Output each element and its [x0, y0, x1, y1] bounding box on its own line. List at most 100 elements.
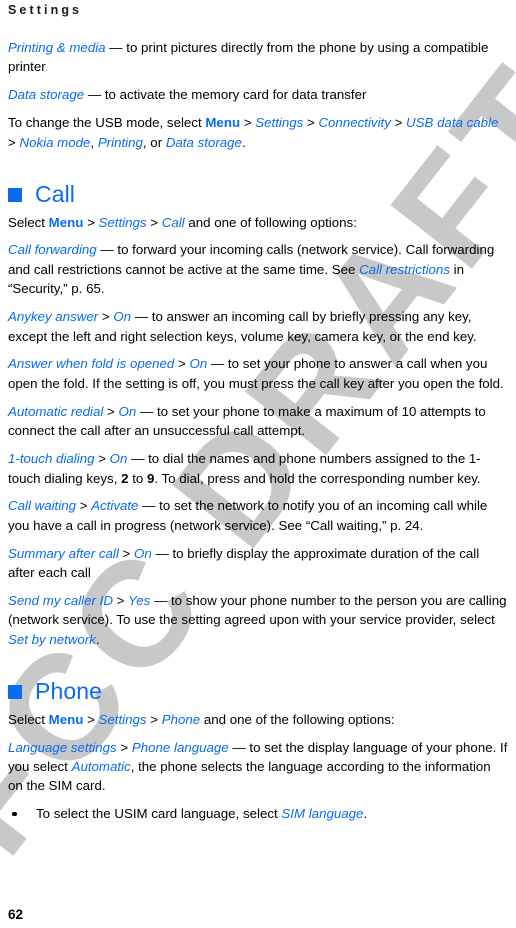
option-summary-after-call: Summary after call > On — to briefly dis…	[8, 544, 508, 583]
section-heading-call: Call	[8, 180, 508, 207]
cross-reference: Set by network	[8, 631, 96, 647]
option-term: Anykey answer	[8, 309, 99, 325]
paragraph-data-storage: Data storage — to activate the memory ca…	[8, 85, 508, 104]
bullet-list: To select the USIM card language, select…	[8, 804, 508, 823]
option-term: Automatic redial	[8, 403, 104, 419]
path-separator: >	[103, 403, 119, 419]
square-bullet-icon	[8, 685, 22, 700]
menu-path-menu: Menu	[48, 711, 84, 727]
menu-path-menu: Menu	[48, 214, 84, 230]
option-value: On	[134, 545, 152, 561]
running-head: Settings	[8, 3, 83, 17]
option-value: On	[109, 451, 128, 467]
menu-path-usb-data-cable: USB data cable	[406, 115, 499, 131]
option-term: 1-touch dialing	[8, 451, 95, 467]
option-value: On	[118, 403, 137, 419]
menu-path-connectivity: Connectivity	[318, 115, 391, 131]
square-bullet-icon	[8, 188, 22, 203]
option-value: Activate	[91, 498, 139, 514]
option-answer-when-fold-opened: Answer when fold is opened > On — to set…	[8, 354, 508, 393]
em-dash: —	[150, 593, 171, 609]
page-number: 62	[8, 907, 24, 922]
em-dash: —	[96, 242, 118, 258]
list-comma: ,	[90, 134, 98, 150]
path-separator: >	[174, 356, 190, 372]
paragraph-call-intro: Select Menu > Settings > Call and one of…	[8, 213, 508, 232]
menu-path-settings: Settings	[255, 115, 304, 131]
menu-path-nokia-mode: Nokia mode	[19, 134, 91, 150]
option-term: Send my caller ID	[8, 593, 113, 609]
path-separator: >	[146, 214, 162, 230]
option-term: Language settings	[8, 739, 117, 755]
cross-reference: Automatic	[71, 759, 131, 775]
path-separator: >	[8, 134, 20, 150]
option-send-my-caller-id: Send my caller ID > Yes — to show your p…	[8, 591, 508, 649]
option-value: Phone language	[131, 739, 229, 755]
document-page: Settings Printing & media — to print pic…	[0, 3, 516, 928]
option-value: Yes	[128, 593, 151, 609]
call-intro-tail: and one of following options:	[184, 214, 357, 230]
menu-path-printing: Printing	[97, 134, 143, 150]
paragraph-phone-intro: Select Menu > Settings > Phone and one o…	[8, 710, 508, 729]
option-text-mid: to	[128, 470, 147, 486]
path-separator: >	[303, 115, 319, 131]
key-number-low: 2	[121, 470, 129, 486]
em-dash: —	[131, 309, 152, 325]
list-comma: , or	[142, 134, 166, 150]
path-separator: >	[83, 214, 99, 230]
paragraph-printing-media: Printing & media — to print pictures dir…	[8, 38, 508, 77]
option-term: Summary after call	[8, 545, 119, 561]
em-dash: —	[84, 87, 105, 103]
option-value: On	[113, 309, 132, 325]
phone-intro-tail: and one of the following options:	[200, 711, 395, 727]
path-separator: >	[146, 711, 162, 727]
menu-path-settings: Settings	[98, 711, 147, 727]
path-separator: >	[116, 739, 132, 755]
term-data-storage: Data storage	[8, 87, 85, 103]
section-heading-call-label: Call	[35, 180, 76, 207]
path-separator: >	[76, 498, 92, 514]
option-automatic-redial: Automatic redial > On — to set your phon…	[8, 402, 508, 441]
text-data-storage: to activate the memory card for data tra…	[104, 87, 367, 103]
phone-intro-lead: Select	[8, 711, 49, 727]
option-call-waiting: Call waiting > Activate — to set the net…	[8, 496, 508, 535]
path-separator: >	[240, 115, 256, 131]
em-dash: —	[207, 356, 228, 372]
cross-reference: Call restrictions	[359, 261, 450, 277]
option-value: On	[189, 356, 208, 372]
option-term: Call forwarding	[8, 242, 97, 258]
em-dash: —	[151, 545, 173, 561]
menu-path-menu: Menu	[205, 115, 241, 131]
call-intro-lead: Select	[8, 214, 49, 230]
term-printing-media: Printing & media	[8, 40, 106, 55]
option-call-forwarding: Call forwarding — to forward your incomi…	[8, 240, 508, 298]
em-dash: —	[127, 451, 149, 467]
cross-reference: SIM language	[281, 806, 364, 822]
menu-path-phone: Phone	[161, 711, 201, 727]
path-separator: >	[94, 451, 110, 467]
em-dash: —	[228, 739, 250, 755]
menu-path-call: Call	[161, 214, 185, 230]
option-language-settings: Language settings > Phone language — to …	[8, 738, 508, 796]
list-item-text: To select the USIM card language, select	[36, 806, 282, 822]
bullet-dot-icon	[12, 811, 17, 817]
menu-path-data-storage: Data storage	[165, 134, 242, 150]
option-text-cont: . To dial, press and hold the correspond…	[154, 470, 481, 486]
usb-lead: To change the USB mode, select	[8, 115, 206, 131]
list-item: To select the USIM card language, select…	[8, 804, 508, 823]
path-separator: >	[112, 593, 129, 609]
option-1-touch-dialing: 1-touch dialing > On — to dial the names…	[8, 449, 508, 488]
period: .	[241, 134, 246, 150]
path-separator: >	[118, 545, 134, 561]
em-dash: —	[138, 498, 160, 514]
option-term: Answer when fold is opened	[8, 356, 175, 372]
em-dash: —	[136, 403, 157, 419]
em-dash: —	[105, 40, 127, 55]
menu-path-settings: Settings	[98, 214, 147, 230]
list-item-text-cont: .	[363, 806, 368, 822]
option-anykey-answer: Anykey answer > On — to answer an incomi…	[8, 307, 508, 346]
path-separator: >	[390, 115, 407, 131]
option-term: Call waiting	[8, 498, 76, 514]
path-separator: >	[98, 309, 114, 325]
paragraph-usb-mode: To change the USB mode, select Menu > Se…	[8, 113, 508, 152]
